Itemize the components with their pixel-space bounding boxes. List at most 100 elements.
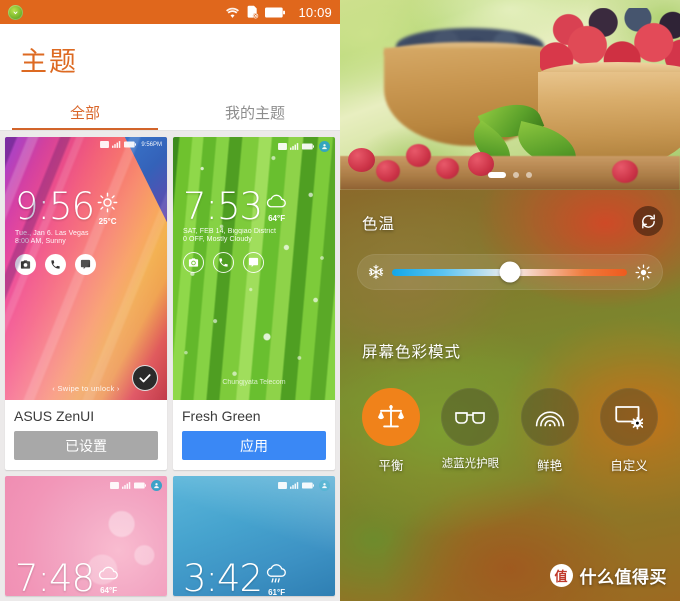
tab-all[interactable]: 全部 (0, 94, 170, 130)
theme-card[interactable]: 9:56PM 9:56 25°C Tue., Jan 6. Las Vegas … (5, 137, 167, 470)
battery-icon (265, 7, 286, 17)
snowflake-icon (368, 264, 384, 280)
page-title: 主题 (20, 46, 78, 77)
sdcard-removed-icon (248, 5, 259, 19)
preview-weather: 64°F (265, 192, 288, 223)
glasses-icon (455, 412, 486, 424)
preview-temp: 64°F (100, 586, 118, 595)
theme-card[interactable]: 3:42 61°F WED, MAR 25, Beitou District 0… (173, 476, 335, 596)
preview-lock-widget: 7:53 64°F SAT, FEB 14, Bigqiao District … (183, 188, 288, 274)
cloud-icon (99, 566, 119, 580)
loose-berry (376, 160, 400, 182)
theme-selected-badge (132, 365, 158, 391)
color-mode-custom-label: 自定义 (610, 459, 648, 473)
page-dot[interactable] (513, 172, 519, 178)
color-mode-options: 平衡 滤蓝光护眼 鲜艳 自定义 (358, 388, 662, 474)
theme-grid: 9:56PM 9:56 25°C Tue., Jan 6. Las Vegas … (0, 131, 340, 596)
page-dot[interactable] (526, 172, 532, 178)
slider-track[interactable] (392, 261, 627, 283)
preview-weather: 64°F (97, 564, 120, 595)
reset-button[interactable] (633, 206, 663, 236)
phone-icon (45, 254, 66, 275)
screen-settings-icon (615, 406, 644, 430)
theme-name: Fresh Green (182, 408, 261, 424)
theme-preview[interactable]: 3:42 61°F WED, MAR 25, Beitou District 0… (173, 476, 335, 596)
download-notification-icon (8, 4, 23, 20)
preview-status-bar (278, 480, 330, 491)
theme-app-panel: 10:09 主题 全部 我的主题 9:56PM 9:56 25°C Tue., … (0, 0, 340, 601)
page-dot-active[interactable] (488, 172, 506, 178)
color-mode-balance[interactable]: 平衡 (358, 388, 424, 474)
tab-my-themes[interactable]: 我的主题 (170, 94, 340, 130)
balance-scale-icon (378, 404, 404, 428)
preview-clock: 3:42 (183, 557, 263, 596)
theme-preview[interactable]: 9:56PM 9:56 25°C Tue., Jan 6. Las Vegas … (5, 137, 167, 400)
preview-date-location: Tue., Jan 6. Las Vegas (15, 230, 89, 237)
preview-status-bar: 9:56PM (100, 141, 162, 148)
watermark-logo: 值 (549, 564, 573, 587)
theme-preview[interactable]: 7:48 64°F SAT, FEB 14, Banciao District … (5, 476, 167, 596)
rain-icon (267, 564, 287, 583)
loose-berry (348, 148, 375, 172)
color-mode-bluelight-circle[interactable] (441, 388, 500, 446)
tab-all-label: 全部 (69, 104, 100, 122)
preview-weather: 25°C (97, 192, 118, 226)
avatar (151, 480, 162, 491)
preview-temp: 61°F (268, 588, 286, 596)
theme-card[interactable]: 7:48 64°F SAT, FEB 14, Banciao District … (5, 476, 167, 596)
preview-lock-widget: 9:56 25°C Tue., Jan 6. Las Vegas 8:00 AM… (15, 188, 118, 275)
preview-carrier: Chungjyata Telecom (222, 379, 286, 386)
wallpaper-photo[interactable] (340, 0, 680, 190)
rainbow-icon (535, 411, 564, 427)
wallpaper-accent (124, 137, 167, 223)
loose-berry (406, 144, 431, 167)
theme-applied-button[interactable]: 已设置 (14, 431, 158, 460)
color-temperature-slider[interactable] (357, 254, 663, 290)
avatar (319, 480, 330, 491)
preview-shortcuts (15, 254, 118, 275)
preview-temp: 64°F (268, 214, 286, 223)
theme-card-body: ASUS ZenUI 已设置 (5, 400, 167, 470)
watermark-text: 什么值得买 (579, 568, 667, 587)
message-icon (75, 254, 96, 275)
preview-date-location: SAT, FEB 14, Bigqiao District (183, 228, 277, 236)
refresh-icon (641, 214, 655, 228)
slider-handle[interactable] (499, 261, 520, 283)
message-icon (243, 252, 264, 274)
theme-card-body: Fresh Green 应用 (173, 400, 335, 470)
avatar (319, 141, 330, 152)
color-mode-custom-circle[interactable] (599, 388, 658, 446)
sun-icon (97, 192, 118, 213)
theme-apply-button[interactable]: 应用 (182, 431, 326, 460)
color-mode-vivid[interactable]: 鲜艳 (517, 388, 583, 474)
status-bar: 10:09 (0, 0, 340, 24)
color-mode-balance-label: 平衡 (378, 459, 404, 473)
camera-icon (183, 252, 204, 274)
color-mode-vivid-circle[interactable] (520, 388, 579, 446)
preview-weather: 61°F (265, 564, 288, 596)
preview-lock-widget: 3:42 61°F WED, MAR 25, Beitou District 0… (183, 557, 288, 596)
tab-bar: 全部 我的主题 (0, 94, 340, 130)
status-bar-time: 10:09 (298, 4, 332, 20)
preview-weather-text: 8:00 AM, Sunny (15, 238, 66, 245)
preview-weather-text: 0 OFF, Mostly Cloudy (183, 236, 252, 244)
color-mode-vivid-label: 鲜艳 (537, 459, 563, 473)
color-mode-bluelight[interactable]: 滤蓝光护眼 (437, 388, 503, 474)
preview-status-bar (278, 141, 330, 152)
preview-clock: 7:48 (15, 557, 95, 596)
color-mode-custom[interactable]: 自定义 (596, 388, 662, 474)
page-indicator (340, 172, 680, 178)
theme-preview[interactable]: 7:53 64°F SAT, FEB 14, Bigqiao District … (173, 137, 335, 400)
sun-icon (635, 263, 652, 281)
theme-card[interactable]: 7:53 64°F SAT, FEB 14, Bigqiao District … (173, 137, 335, 470)
theme-name: ASUS ZenUI (14, 408, 95, 424)
screen-color-settings-panel: 色温 屏幕色彩模式 平衡 滤蓝光护眼 鲜艳 自定义 值 什么值得买 (340, 0, 680, 601)
preview-lock-widget: 7:48 64°F SAT, FEB 14, Banciao District … (15, 557, 120, 596)
preview-status-bar (110, 480, 162, 491)
screen-color-mode-section: 屏幕色彩模式 平衡 滤蓝光护眼 鲜艳 自定义 (340, 340, 680, 474)
app-header: 主题 (0, 24, 340, 94)
cloud-icon (267, 194, 287, 208)
preview-status-time: 9:56PM (141, 141, 162, 148)
color-mode-balance-circle[interactable] (362, 388, 420, 446)
camera-icon (15, 254, 36, 275)
